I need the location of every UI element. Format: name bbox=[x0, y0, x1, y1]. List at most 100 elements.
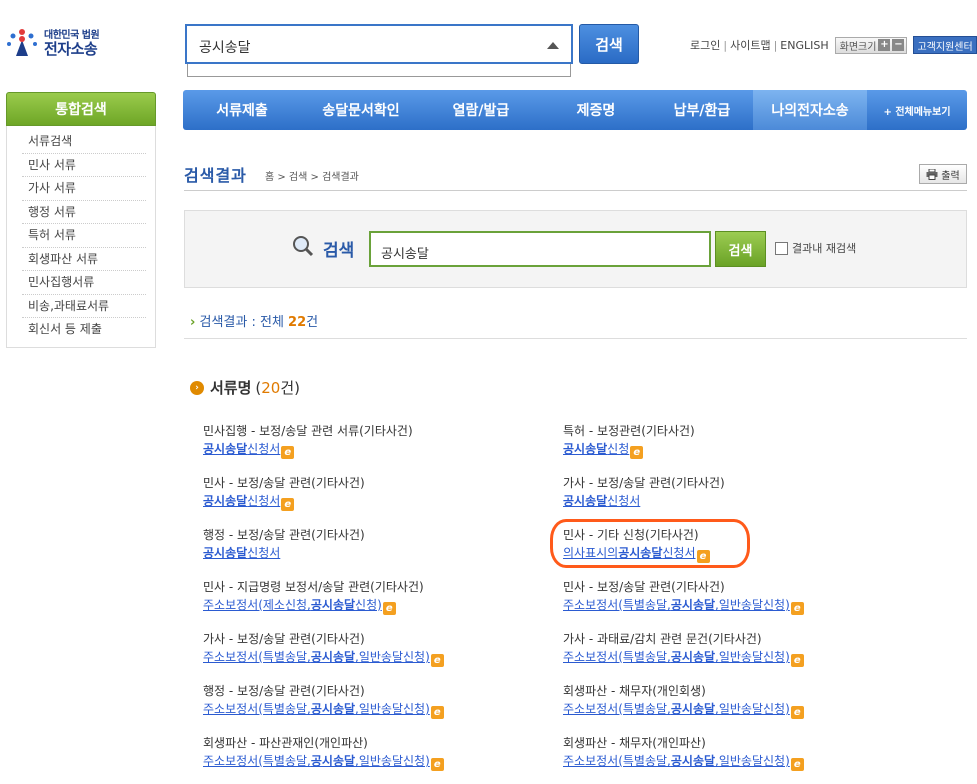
nav-all-menu[interactable]: + 전체메뉴보기 bbox=[867, 90, 967, 130]
sidebar-item-family[interactable]: 가사 서류 bbox=[22, 177, 146, 201]
e-filing-icon[interactable]: e bbox=[790, 654, 804, 667]
result-document-link[interactable]: 공시송달신청 bbox=[563, 442, 629, 456]
top-search-dropdown[interactable] bbox=[187, 64, 571, 77]
link-text: ,일반송달신청) bbox=[355, 702, 430, 716]
result-item: 민사 - 보정/송달 관련(기타사건) 공시송달신청서 e bbox=[203, 475, 563, 511]
e-filing-icon[interactable]: e bbox=[281, 446, 295, 459]
section-count-wrap: (20건) bbox=[255, 377, 300, 398]
e-filing-icon[interactable]: e bbox=[790, 706, 804, 719]
logo-title: 전자소송 bbox=[44, 40, 98, 59]
result-document-link[interactable]: 의사표시의공시송달신청서 bbox=[563, 546, 696, 560]
print-button[interactable]: 출력 bbox=[919, 164, 967, 184]
e-filing-icon[interactable]: e bbox=[790, 602, 804, 615]
result-item: 민사 - 지급명령 보정서/송달 관련(기타사건) 주소보정서(제소신청,공시송달… bbox=[203, 579, 563, 615]
link-text: 주소보정서(특별송달, bbox=[563, 650, 671, 664]
link-text: 주소보정서(특별송달, bbox=[563, 598, 671, 612]
result-item: 가사 - 과태료/감치 관련 문건(기타사건) 주소보정서(특별송달,공시송달,일… bbox=[563, 631, 923, 667]
court-emblem-icon bbox=[4, 26, 40, 62]
link-text: 의사표시의 bbox=[563, 546, 619, 560]
result-document-link[interactable]: 주소보정서(특별송달,공시송달,일반송달신청) bbox=[563, 650, 790, 664]
sidebar-item-administrative[interactable]: 행정 서류 bbox=[22, 201, 146, 224]
link-text: 주소보정서(특별송달, bbox=[203, 702, 311, 716]
nav-certificates[interactable]: 제증명 bbox=[541, 90, 651, 130]
e-filing-icon[interactable]: e bbox=[790, 758, 804, 771]
nav-document-submit[interactable]: 서류제출 bbox=[183, 90, 301, 130]
top-search-button[interactable]: 검색 bbox=[579, 24, 639, 64]
nav-delivery-check[interactable]: 송달문서확인 bbox=[301, 90, 421, 130]
summary-count: 22 bbox=[288, 315, 307, 330]
e-filing-icon[interactable]: e bbox=[382, 602, 396, 615]
result-links: 주소보정서(특별송달,공시송달,일반송달신청) e bbox=[563, 700, 923, 719]
link-keyword: 공시송달 bbox=[203, 442, 248, 456]
research-checkbox[interactable] bbox=[775, 241, 788, 255]
result-item: 행정 - 보정/송달 관련(기타사건) 공시송달신청서 bbox=[203, 527, 563, 563]
result-item: 행정 - 보정/송달 관련(기타사건) 주소보정서(특별송달,공시송달,일반송달신… bbox=[203, 683, 563, 719]
search-button[interactable]: 검색 bbox=[715, 231, 766, 267]
link-text: ,일반송달신청) bbox=[355, 754, 430, 768]
result-document-link[interactable]: 공시송달신청서 bbox=[203, 546, 280, 560]
nav-my-ecourt[interactable]: 나의전자소송 bbox=[753, 90, 867, 130]
nav-view-issue[interactable]: 열람/발급 bbox=[421, 90, 541, 130]
link-text: 신청서 bbox=[247, 494, 281, 508]
e-filing-icon[interactable]: e bbox=[696, 550, 710, 563]
e-filing-icon[interactable]: e bbox=[430, 758, 444, 771]
search-input[interactable]: 공시송달 bbox=[369, 231, 711, 267]
sidebar-item-civil[interactable]: 민사 서류 bbox=[22, 154, 146, 177]
link-keyword: 공시송달 bbox=[618, 546, 663, 560]
breadcrumb: 홈 > 검색 > 검색결과 bbox=[265, 172, 359, 183]
result-document-link[interactable]: 주소보정서(특별송달,공시송달,일반송달신청) bbox=[203, 702, 430, 716]
result-item: 회생파산 - 채무자(개인파산) 주소보정서(특별송달,공시송달,일반송달신청) e bbox=[563, 735, 923, 771]
link-text: ,일반송달신청) bbox=[715, 754, 790, 768]
link-text: 신청서 bbox=[662, 546, 696, 560]
zoom-out-icon[interactable]: − bbox=[892, 39, 905, 51]
sidebar-item-document-search[interactable]: 서류검색 bbox=[22, 130, 146, 154]
result-document-link[interactable]: 주소보정서(특별송달,공시송달,일반송달신청) bbox=[563, 598, 790, 612]
result-document-link[interactable]: 주소보정서(특별송달,공시송달,일반송달신청) bbox=[563, 702, 790, 716]
result-links: 의사표시의공시송달신청서 e bbox=[563, 544, 923, 563]
nav-payment-refund[interactable]: 납부/환급 bbox=[651, 90, 753, 130]
result-document-link[interactable]: 주소보정서(제소신청,공시송달신청) bbox=[203, 598, 382, 612]
result-category: 민사 - 보정/송달 관련(기타사건) bbox=[203, 476, 365, 490]
results-list: 민사집행 - 보정/송달 관련 서류(기타사건) 공시송달신청서 e 특허 - 보정관… bbox=[203, 423, 923, 771]
research-in-results[interactable]: 결과내 재검색 bbox=[775, 240, 856, 256]
sidebar-title[interactable]: 통합검색 bbox=[6, 92, 156, 126]
site-logo[interactable]: 대한민국 법원 전자소송 bbox=[4, 26, 100, 62]
caret-up-icon[interactable] bbox=[547, 42, 559, 49]
result-category: 행정 - 보정/송달 관련(기타사건) bbox=[203, 528, 365, 542]
sidebar-item-noncontentious[interactable]: 비송,과태료서류 bbox=[22, 295, 146, 318]
top-search-select[interactable]: 공시송달 bbox=[185, 24, 573, 64]
link-keyword: 공시송달 bbox=[563, 494, 608, 508]
customer-center-button[interactable]: 고객지원센터 bbox=[913, 36, 977, 54]
result-category: 가사 - 보정/송달 관련(기타사건) bbox=[203, 632, 365, 646]
result-item: 민사 - 보정/송달 관련(기타사건) 주소보정서(특별송달,공시송달,일반송달신… bbox=[563, 579, 923, 615]
result-category: 가사 - 과태료/감치 관련 문건(기타사건) bbox=[563, 632, 762, 646]
result-document-link[interactable]: 주소보정서(특별송달,공시송달,일반송달신청) bbox=[563, 754, 790, 768]
english-link[interactable]: ENGLISH bbox=[780, 39, 828, 52]
e-filing-icon[interactable]: e bbox=[281, 498, 295, 511]
sidebar-list: 서류검색 민사 서류 가사 서류 행정 서류 특허 서류 회생파산 서류 민사집… bbox=[6, 126, 156, 348]
link-text: 신청 bbox=[607, 442, 630, 456]
result-links: 주소보정서(특별송달,공시송달,일반송달신청) e bbox=[203, 648, 563, 667]
result-document-link[interactable]: 공시송달신청서 bbox=[203, 494, 280, 508]
sidebar-item-reply-submission[interactable]: 회신서 등 제출 bbox=[22, 318, 146, 342]
sitemap-link[interactable]: 사이트맵 bbox=[730, 37, 770, 53]
sidebar-item-civil-execution[interactable]: 민사집행서류 bbox=[22, 271, 146, 295]
result-document-link[interactable]: 주소보정서(특별송달,공시송달,일반송달신청) bbox=[203, 754, 430, 768]
link-text: 주소보정서(특별송달, bbox=[203, 650, 311, 664]
left-sidebar: 통합검색 서류검색 민사 서류 가사 서류 행정 서류 특허 서류 회생파산 서… bbox=[6, 92, 156, 348]
result-document-link[interactable]: 공시송달신청서 bbox=[563, 494, 640, 508]
result-links: 주소보정서(제소신청,공시송달신청) e bbox=[203, 596, 563, 615]
sidebar-item-patent[interactable]: 특허 서류 bbox=[22, 224, 146, 248]
login-link[interactable]: 로그인 bbox=[690, 37, 720, 53]
e-filing-icon[interactable]: e bbox=[430, 654, 444, 667]
result-document-link[interactable]: 공시송달신청서 bbox=[203, 442, 280, 456]
result-item: 민사집행 - 보정/송달 관련 서류(기타사건) 공시송달신청서 e bbox=[203, 423, 563, 459]
printer-icon bbox=[926, 168, 938, 180]
result-document-link[interactable]: 주소보정서(특별송달,공시송달,일반송달신청) bbox=[203, 650, 430, 664]
link-keyword: 공시송달 bbox=[670, 702, 716, 716]
e-filing-icon[interactable]: e bbox=[630, 446, 644, 459]
zoom-in-icon[interactable]: + bbox=[878, 39, 891, 51]
sidebar-item-bankruptcy[interactable]: 회생파산 서류 bbox=[22, 248, 146, 271]
top-search-value: 공시송달 bbox=[199, 40, 251, 56]
e-filing-icon[interactable]: e bbox=[430, 706, 444, 719]
